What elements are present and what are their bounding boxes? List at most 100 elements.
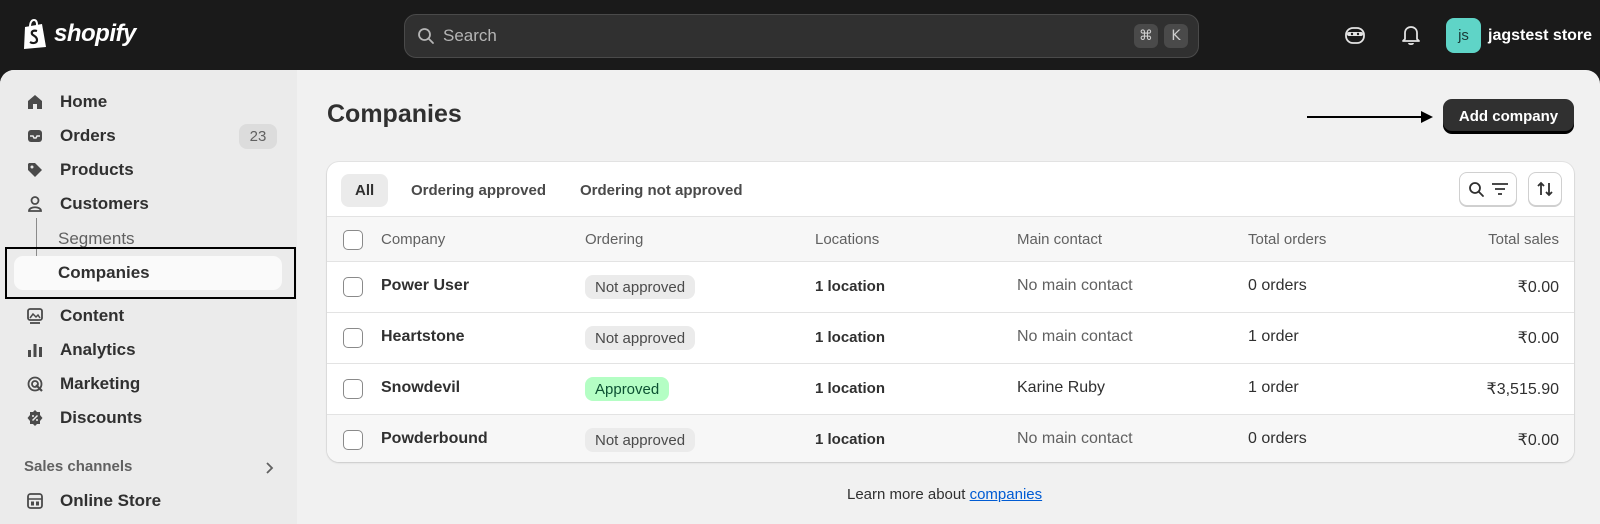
sidebar-item-content[interactable]: Content [24,301,124,331]
search-icon [1468,181,1484,197]
main-contact-cell: No main contact [1017,328,1133,345]
bell-icon[interactable] [1399,23,1423,47]
sidebar-item-label: Orders [60,126,116,145]
sidebar-item-label: Analytics [60,340,136,359]
search-bar[interactable]: ⌘ K [404,14,1199,58]
companies-help-link[interactable]: companies [970,486,1043,503]
locations-cell: 1 location [815,380,886,397]
total-sales-cell: ₹0.00 [1517,432,1559,449]
sidebar-item-products[interactable]: Products [24,155,134,185]
learn-more-prefix: Learn more about [847,486,970,503]
annotation-arrow [1307,116,1425,118]
total-sales-cell: ₹3,515.90 [1486,381,1559,398]
tab-ordering-not-approved[interactable]: Ordering not approved [566,174,757,207]
company-name[interactable]: Powderbound [381,430,488,448]
store-icon [24,490,46,512]
shortcut-cmd-key: ⌘ [1134,24,1158,48]
top-bar: shopify ⌘ K js jagstest store [0,0,1600,70]
column-header-total-orders[interactable]: Total orders [1248,231,1326,248]
sidebar-item-label: Content [60,306,125,325]
page-title: Companies [327,100,462,128]
search-icon [418,28,434,44]
sort-icon [1537,181,1553,197]
main-shell: Home Orders 23 Products Customers ▶ Segm… [0,70,1600,524]
table-row[interactable]: Powderbound Not approved 1 location No m… [327,415,1574,462]
locations-cell: 1 location [815,431,886,448]
row-checkbox[interactable] [343,430,363,450]
status-badge: Not approved [585,326,696,350]
store-name: jagstest store [1488,26,1593,44]
table-header: Company Ordering Locations Main contact … [327,217,1574,262]
sidebar-item-label: Customers [60,194,149,213]
shortcut-k-key: K [1164,24,1188,48]
column-header-main-contact[interactable]: Main contact [1017,231,1102,248]
table-row[interactable]: Power User Not approved 1 location No ma… [327,262,1574,313]
sidebar-item-label: Online Store [60,491,162,510]
orders-count-badge: 23 [239,124,277,149]
total-orders-cell: 1 order [1248,379,1299,396]
sidebar-item-home[interactable]: Home [24,87,107,117]
company-name[interactable]: Snowdevil [381,379,460,397]
sidebar-item-label: Products [60,160,134,179]
company-name[interactable]: Power User [381,277,469,295]
discount-icon [24,407,46,429]
total-sales-cell: ₹0.00 [1517,279,1559,296]
table-row[interactable]: Heartstone Not approved 1 location No ma… [327,313,1574,364]
total-orders-cell: 0 orders [1248,430,1307,447]
target-icon [24,373,46,395]
brand-name: shopify [54,20,136,47]
sidebar-item-segments[interactable]: Segments [58,229,135,249]
bar-chart-icon [24,339,46,361]
sidebar-item-online-store[interactable]: Online Store [24,486,161,516]
total-orders-cell: 0 orders [1248,277,1307,294]
status-badge: Approved [585,377,670,401]
column-header-ordering[interactable]: Ordering [585,231,643,248]
column-header-company[interactable]: Company [381,231,445,248]
main-contact-cell: No main contact [1017,430,1133,447]
sidebar-item-discounts[interactable]: Discounts [24,403,142,433]
filter-tabs: All Ordering approved Ordering not appro… [327,162,1574,217]
search-filter-button[interactable] [1459,172,1517,206]
main-contact-cell[interactable]: Karine Ruby [1017,379,1105,397]
select-all-checkbox[interactable] [343,230,363,250]
avatar: js [1446,18,1481,53]
learn-more-text: Learn more about companies [847,486,1042,503]
home-icon [24,91,46,113]
company-name[interactable]: Heartstone [381,328,465,346]
table-row[interactable]: Snowdevil Approved 1 location Karine Rub… [327,364,1574,415]
sidekick-icon[interactable] [1343,23,1367,47]
tag-icon [24,159,46,181]
inbox-icon [24,125,46,147]
sidebar-item-marketing[interactable]: Marketing [24,369,140,399]
image-icon [24,305,46,327]
sidebar-item-orders[interactable]: Orders [24,121,116,151]
status-badge: Not approved [585,428,696,452]
person-icon [24,193,46,215]
sidebar: Home Orders 23 Products Customers ▶ Segm… [0,70,297,524]
annotation-arrow-head [1421,111,1433,123]
locations-cell: 1 location [815,278,886,295]
shopify-logo[interactable]: shopify [22,18,136,50]
total-sales-cell: ₹0.00 [1517,330,1559,347]
column-header-total-sales[interactable]: Total sales [1488,231,1559,248]
chevron-right-icon[interactable] [264,461,274,480]
search-input[interactable] [443,26,1128,46]
row-checkbox[interactable] [343,277,363,297]
store-menu[interactable]: js jagstest store [1446,18,1592,53]
main-contact-cell: No main contact [1017,277,1133,294]
sidebar-item-label: Home [60,92,108,111]
column-header-locations[interactable]: Locations [815,231,879,248]
row-checkbox[interactable] [343,328,363,348]
add-company-button[interactable]: Add company [1443,99,1574,133]
sidebar-item-label: Discounts [60,408,143,427]
status-badge: Not approved [585,275,696,299]
filter-icon [1491,183,1508,195]
tab-all[interactable]: All [341,174,389,207]
sidebar-item-label: Marketing [60,374,141,393]
row-checkbox[interactable] [343,379,363,399]
tab-ordering-approved[interactable]: Ordering approved [397,174,560,207]
sidebar-item-analytics[interactable]: Analytics [24,335,136,365]
sidebar-item-customers[interactable]: Customers [24,189,149,219]
shopify-bag-icon [22,18,48,50]
sort-button[interactable] [1528,172,1562,206]
